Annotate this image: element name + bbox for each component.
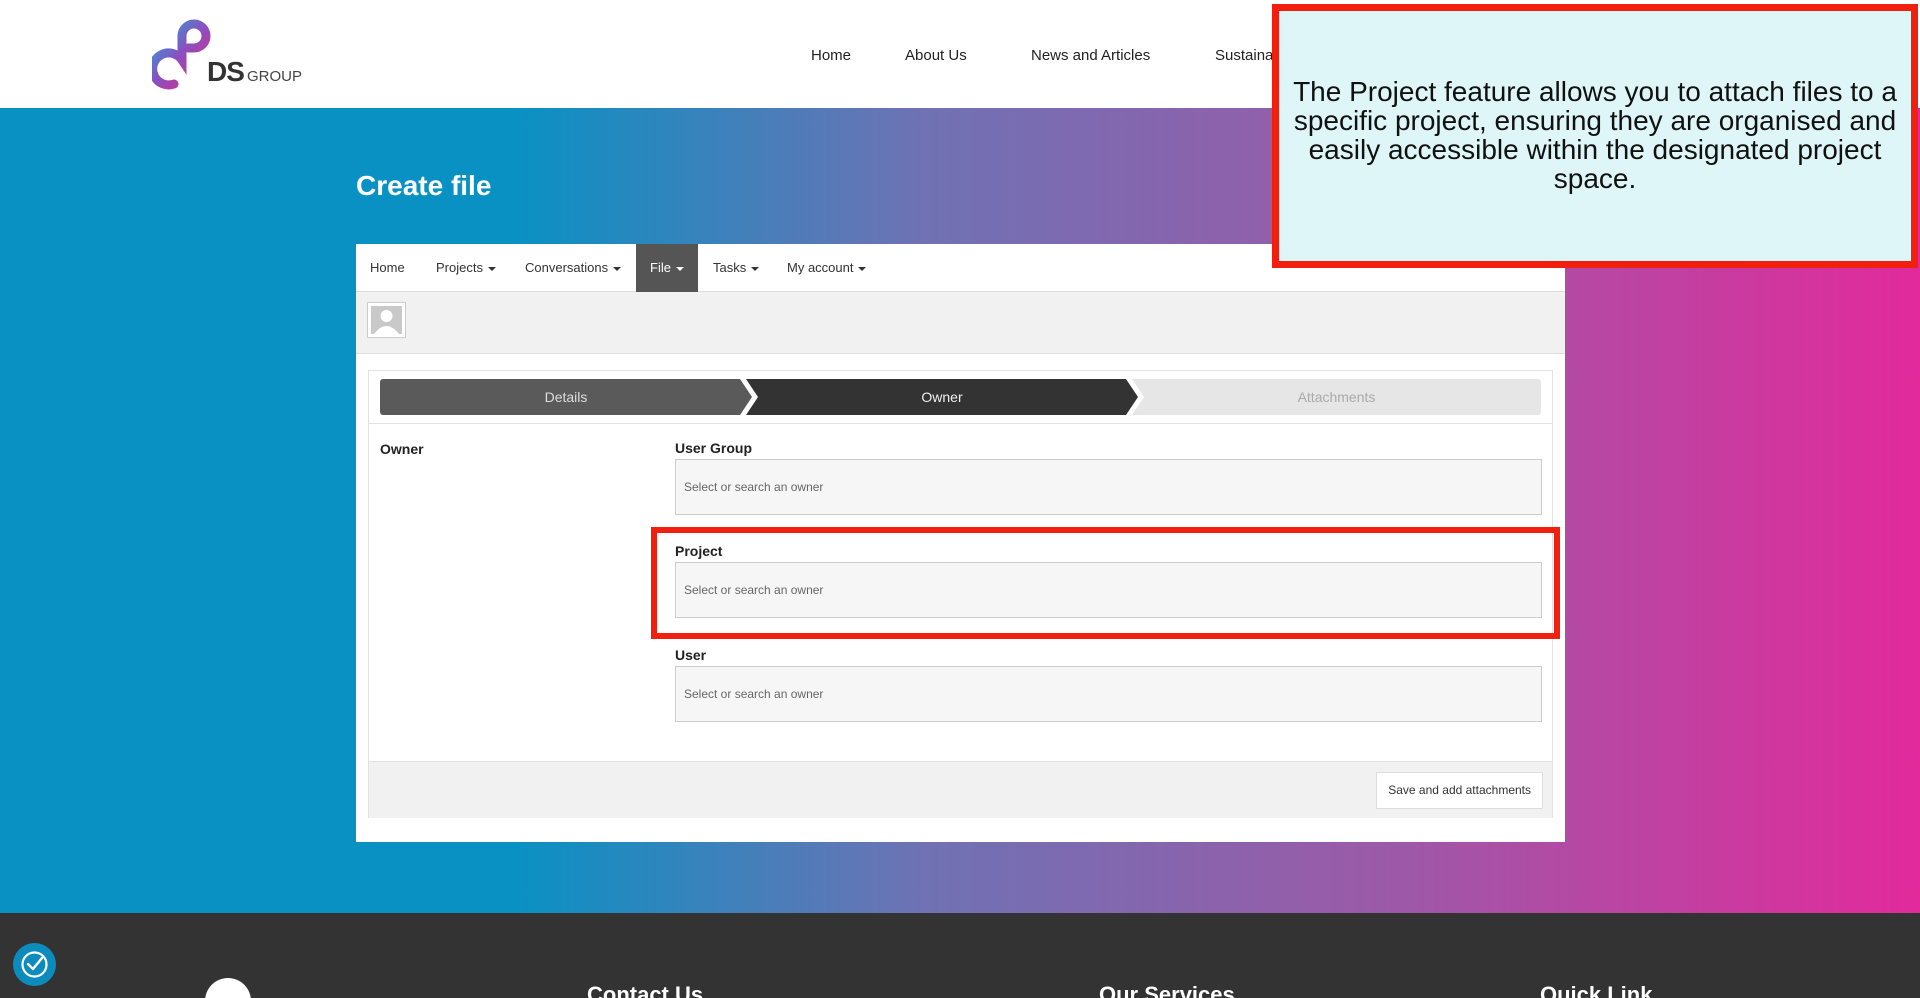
caret-down-icon: [858, 266, 867, 271]
form-footer: Save and add attachments: [369, 761, 1552, 818]
nav-news-and-articles[interactable]: News and Articles: [1031, 47, 1150, 64]
footer-logo[interactable]: [205, 978, 251, 998]
wizard-steps: Details Owner Attachments: [369, 371, 1552, 424]
cookie-check-icon: [21, 951, 48, 978]
step-attachments[interactable]: Attachments: [1132, 379, 1541, 415]
footer-services-heading: Our Services: [1099, 982, 1235, 998]
user-group-label: User Group: [675, 440, 753, 456]
footer-contact-heading: Contact Us: [587, 982, 704, 998]
app-nav-my-account-label: My account: [787, 260, 854, 275]
owner-section-label: Owner: [380, 441, 424, 457]
nav-sustainability[interactable]: Sustaina: [1215, 47, 1273, 64]
page-title: Create file: [356, 170, 492, 201]
app-nav-home[interactable]: Home: [356, 244, 419, 292]
user-select[interactable]: Select or search an owner: [675, 666, 1542, 722]
user-avatar-icon: [371, 306, 402, 334]
nav-home[interactable]: Home: [811, 47, 851, 64]
step-details[interactable]: Details: [380, 379, 752, 415]
user-strip: [356, 292, 1565, 354]
site-footer: Contact Us Our Services Quick Link: [0, 913, 1920, 998]
tutorial-callout: The Project feature allows you to attach…: [1272, 4, 1918, 268]
user-label: User: [675, 647, 707, 663]
caret-down-icon: [613, 266, 622, 271]
logo-subtext: GROUP: [247, 68, 303, 85]
app-nav-tasks[interactable]: Tasks: [699, 244, 773, 292]
caret-down-icon: [487, 266, 496, 271]
app-nav-tasks-label: Tasks: [713, 260, 747, 275]
app-nav-projects[interactable]: Projects: [422, 244, 510, 292]
step-owner[interactable]: Owner: [746, 379, 1138, 415]
app-nav-projects-label: Projects: [436, 260, 483, 275]
footer-quick-link-heading: Quick Link: [1540, 982, 1653, 998]
app-nav-file[interactable]: File: [636, 244, 698, 292]
app-nav-conversations[interactable]: Conversations: [511, 244, 635, 292]
user-group-select[interactable]: Select or search an owner: [675, 459, 1542, 515]
cookie-settings-button[interactable]: [13, 943, 56, 986]
app-nav-conversations-label: Conversations: [525, 260, 609, 275]
avatar[interactable]: [367, 302, 406, 338]
callout-text: The Project feature allows you to attach…: [1293, 76, 1897, 194]
nav-about-us[interactable]: About Us: [905, 47, 967, 64]
save-and-add-attachments-button[interactable]: Save and add attachments: [1376, 772, 1543, 809]
site-logo[interactable]: DS GROUP: [148, 14, 312, 96]
app-nav-file-label: File: [650, 260, 671, 275]
app-nav-home-label: Home: [370, 260, 405, 275]
caret-down-icon: [675, 266, 684, 271]
project-highlight-box: [651, 527, 1560, 639]
app-nav-my-account[interactable]: My account: [773, 244, 880, 292]
caret-down-icon: [751, 266, 760, 271]
logo-text: DS: [207, 56, 245, 87]
